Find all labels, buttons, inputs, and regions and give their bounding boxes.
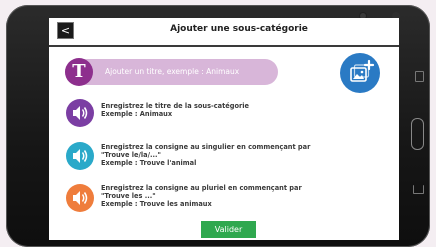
speaker-icon [73, 149, 88, 163]
tablet-frame: < Ajouter une sous-catégorie T Ajouter u… [6, 5, 430, 247]
record-title-button[interactable] [66, 99, 94, 127]
record-plural-button[interactable] [66, 184, 94, 212]
instruction-line: Enregistrez la consigne au singulier en … [101, 143, 311, 151]
record-plural-instructions: Enregistrez la consigne au pluriel en co… [101, 184, 302, 208]
instruction-example: Exemple : Trouve l'animal [101, 159, 197, 167]
instruction-line: "Trouve les ..." [101, 192, 156, 200]
validate-label: Valider [214, 225, 243, 234]
top-bar: < Ajouter une sous-catégorie [49, 18, 399, 47]
home-button[interactable] [411, 118, 424, 150]
page-title: Ajouter une sous-catégorie [170, 24, 308, 34]
add-photo-button[interactable] [340, 53, 380, 93]
speaker-icon [73, 106, 88, 120]
title-input-field[interactable]: T Ajouter un titre, exemple : Animaux [65, 58, 278, 86]
add-photo-icon [350, 59, 375, 82]
instruction-line: Enregistrez le titre de la sous-catégori… [101, 102, 249, 110]
instruction-example: Exemple : Trouve les animaux [101, 200, 212, 208]
validate-button[interactable]: Valider [201, 221, 256, 238]
instruction-line: "Trouve le/la/..." [101, 151, 161, 159]
record-singular-instructions: Enregistrez la consigne au singulier en … [101, 143, 310, 167]
instruction-line: Enregistrez la consigne au pluriel en co… [101, 184, 302, 192]
record-title-instructions: Enregistrez le titre de la sous-catégori… [101, 102, 249, 118]
recent-apps-key-icon[interactable] [415, 71, 424, 82]
text-icon: T [65, 58, 93, 86]
back-key-icon[interactable] [413, 185, 424, 194]
back-arrow-icon: < [60, 24, 71, 37]
back-button[interactable]: < [57, 22, 74, 39]
record-singular-button[interactable] [66, 142, 94, 170]
title-input-placeholder: Ajouter un titre, exemple : Animaux [105, 67, 240, 76]
app-screen: < Ajouter une sous-catégorie T Ajouter u… [49, 18, 399, 240]
instruction-example: Exemple : Animaux [101, 110, 173, 118]
speaker-icon [73, 191, 88, 205]
